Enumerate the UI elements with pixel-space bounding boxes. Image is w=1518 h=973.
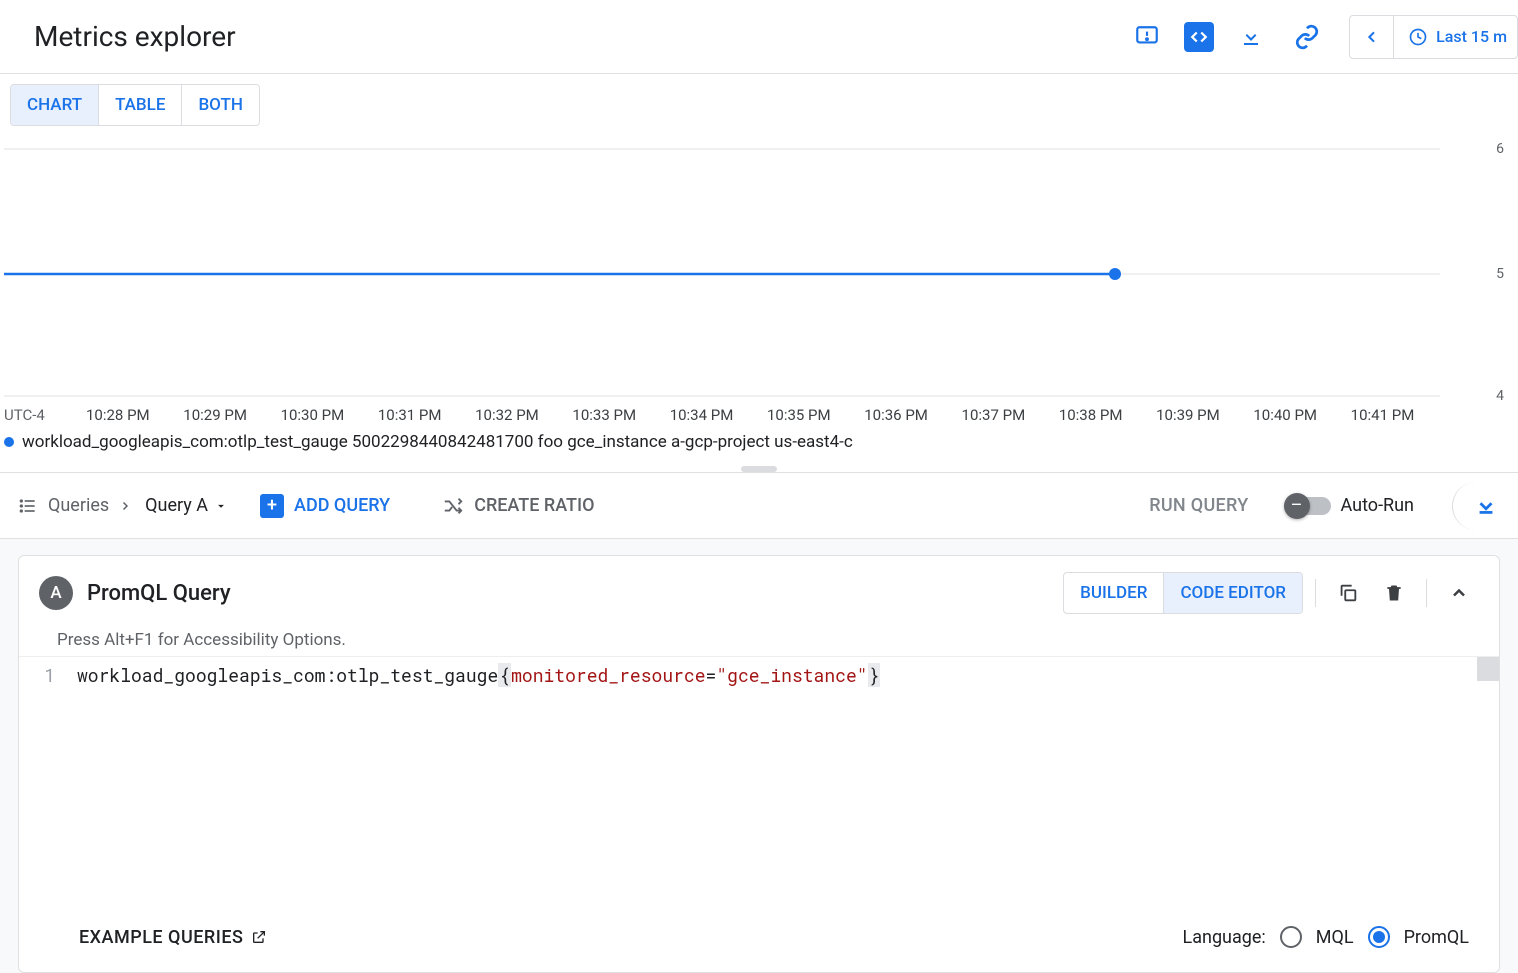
header: Metrics explorer Last 15 m (0, 0, 1518, 74)
code-icon[interactable] (1179, 13, 1219, 61)
x-axis: UTC-4 10:28 PM 10:29 PM 10:30 PM 10:31 P… (4, 406, 1448, 424)
tab-both[interactable]: BOTH (181, 85, 258, 125)
queries-breadcrumb[interactable]: Queries (18, 495, 131, 516)
code-line[interactable]: workload_googleapis_com:otlp_test_gauge{… (67, 657, 1499, 906)
run-query-button[interactable]: RUN QUERY (1149, 495, 1248, 516)
clock-icon (1408, 27, 1428, 47)
chevron-right-icon (119, 500, 131, 512)
editor-mode-toggle: BUILDER CODE EDITOR (1063, 572, 1303, 614)
collapse-all-button[interactable] (1452, 482, 1500, 530)
query-card: A PromQL Query BUILDER CODE EDITOR (18, 555, 1500, 973)
query-card-title: PromQL Query (87, 581, 231, 606)
link-icon[interactable] (1283, 13, 1331, 61)
language-label: Language: (1183, 927, 1266, 948)
list-icon (18, 496, 38, 516)
radio-promql[interactable] (1368, 926, 1390, 948)
auto-run-toggle[interactable]: – Auto-Run (1287, 495, 1414, 516)
download-icon[interactable] (1227, 13, 1275, 61)
query-area: A PromQL Query BUILDER CODE EDITOR (0, 539, 1518, 973)
page-title: Metrics explorer (34, 20, 236, 53)
time-prev-button[interactable] (1350, 16, 1394, 58)
delete-button[interactable] (1374, 573, 1414, 613)
line-gutter: 1 (19, 657, 67, 906)
tab-chart[interactable]: CHART (11, 85, 98, 125)
radio-mql[interactable] (1280, 926, 1302, 948)
query-toolbar: Queries Query A + ADD QUERY CREATE RATIO… (0, 473, 1518, 539)
example-queries-link[interactable]: EXAMPLE QUERIES (79, 927, 267, 948)
query-card-footer: EXAMPLE QUERIES Language: MQL PromQL (19, 906, 1499, 972)
query-badge: A (39, 576, 73, 610)
header-actions: Last 15 m (1123, 13, 1518, 61)
chart-legend[interactable]: workload_googleapis_com:otlp_test_gauge … (4, 432, 1518, 452)
feedback-icon[interactable] (1123, 13, 1171, 61)
create-ratio-button[interactable]: CREATE RATIO (442, 495, 594, 517)
y-axis: 6 5 4 (1458, 134, 1518, 394)
switch-icon: – (1287, 497, 1331, 515)
shuffle-icon (442, 495, 464, 517)
minimap[interactable] (1477, 657, 1499, 681)
open-in-new-icon (251, 929, 267, 945)
query-card-header: A PromQL Query BUILDER CODE EDITOR (19, 556, 1499, 630)
view-toggle: CHART TABLE BOTH (10, 84, 260, 126)
time-range-label[interactable]: Last 15 m (1394, 27, 1517, 47)
time-range-picker: Last 15 m (1349, 15, 1518, 59)
a11y-hint: Press Alt+F1 for Accessibility Options. (19, 630, 1499, 656)
caret-down-icon (214, 499, 228, 513)
copy-button[interactable] (1328, 573, 1368, 613)
plus-icon: + (260, 494, 284, 518)
language-selector: Language: MQL PromQL (1183, 926, 1469, 948)
add-query-button[interactable]: + ADD QUERY (260, 494, 390, 518)
tab-table[interactable]: TABLE (98, 85, 181, 125)
code-editor-tab[interactable]: CODE EDITOR (1163, 573, 1302, 613)
chart[interactable]: 6 5 4 UTC-4 10:28 PM 10:29 PM 10:30 PM 1… (0, 134, 1518, 424)
legend-color-dot (4, 437, 14, 447)
builder-tab[interactable]: BUILDER (1064, 573, 1163, 613)
query-selector[interactable]: Query A (145, 495, 228, 516)
legend-text: workload_googleapis_com:otlp_test_gauge … (22, 432, 853, 452)
collapse-card-button[interactable] (1439, 573, 1479, 613)
code-editor[interactable]: 1 workload_googleapis_com:otlp_test_gaug… (19, 656, 1499, 906)
